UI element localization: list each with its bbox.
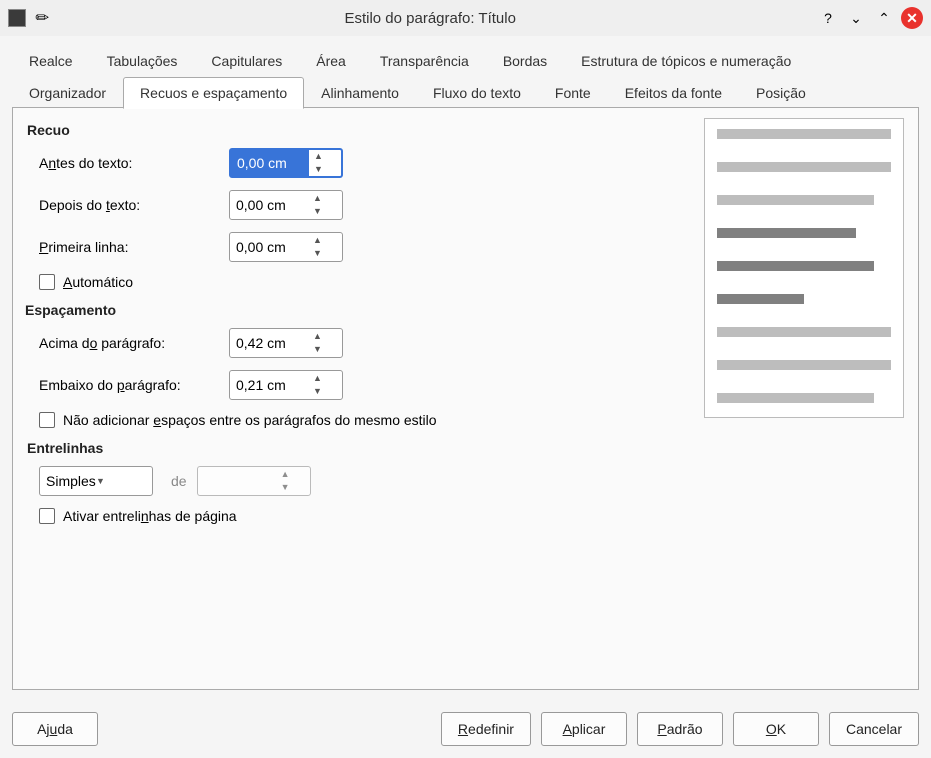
- preview-line: [717, 228, 856, 238]
- standard-button[interactable]: Padrão: [637, 712, 723, 746]
- antes-up[interactable]: ▲: [310, 150, 327, 163]
- chevron-down-icon: ▼: [96, 476, 146, 486]
- tab-fluxo[interactable]: Fluxo do texto: [416, 77, 538, 109]
- automatico-checkbox[interactable]: [39, 274, 55, 290]
- entrelinhas-value: Simples: [46, 473, 96, 489]
- window-title: Estilo do parágrafo: Título: [49, 10, 811, 27]
- primeira-input[interactable]: [230, 233, 308, 261]
- tab-fonte[interactable]: Fonte: [538, 77, 608, 109]
- titlebar: ✎ Estilo do parágrafo: Título ? ⌄ ⌃ ✕: [0, 0, 931, 36]
- ativar-entrelinhas-label: Ativar entrelinhas de página: [63, 508, 237, 524]
- tab-tabulacoes[interactable]: Tabulações: [90, 45, 195, 77]
- app-icon: [8, 9, 26, 27]
- preview-line: [717, 162, 891, 172]
- close-icon[interactable]: ✕: [901, 7, 923, 29]
- de-label: de: [171, 473, 187, 489]
- espacamento-title: Espaçamento: [25, 302, 688, 318]
- acima-spin[interactable]: ▲▼: [229, 328, 343, 358]
- help-icon[interactable]: ?: [817, 7, 839, 29]
- tab-estrutura[interactable]: Estrutura de tópicos e numeração: [564, 45, 808, 77]
- antes-down[interactable]: ▼: [310, 163, 327, 176]
- preview-line: [717, 327, 891, 337]
- help-button[interactable]: Ajuda: [12, 712, 98, 746]
- acima-input[interactable]: [230, 329, 308, 357]
- automatico-label: Automático: [63, 274, 133, 290]
- embaixo-input[interactable]: [230, 371, 308, 399]
- tab-recuos[interactable]: Recuos e espaçamento: [123, 77, 304, 109]
- tab-organizador[interactable]: Organizador: [12, 77, 123, 109]
- entrelinhas-title: Entrelinhas: [27, 440, 688, 456]
- tab-capitulares[interactable]: Capitulares: [194, 45, 299, 77]
- primeira-down[interactable]: ▼: [309, 247, 326, 260]
- tab-realce[interactable]: Realce: [12, 45, 90, 77]
- tab-bordas[interactable]: Bordas: [486, 45, 564, 77]
- acima-label: Acima do parágrafo:: [39, 335, 229, 351]
- maximize-icon[interactable]: ⌃: [873, 7, 895, 29]
- entrelinhas-select[interactable]: Simples ▼: [39, 466, 153, 496]
- preview-line: [717, 360, 891, 370]
- depois-up[interactable]: ▲: [309, 192, 326, 205]
- antes-spin[interactable]: ▲▼: [229, 148, 343, 178]
- de-spin[interactable]: ▲▼: [197, 466, 311, 496]
- preview-line: [717, 195, 874, 205]
- ok-button[interactable]: OK: [733, 712, 819, 746]
- recuo-title: Recuo: [27, 122, 688, 138]
- ativar-entrelinhas-checkbox[interactable]: [39, 508, 55, 524]
- primeira-up[interactable]: ▲: [309, 234, 326, 247]
- preview-line: [717, 393, 874, 403]
- preview-pane: [704, 118, 904, 418]
- tab-posicao[interactable]: Posição: [739, 77, 823, 109]
- depois-input[interactable]: [230, 191, 308, 219]
- antes-label: Antes do texto:: [39, 155, 229, 171]
- de-input[interactable]: [198, 467, 276, 495]
- cancel-button[interactable]: Cancelar: [829, 712, 919, 746]
- tab-row-bottom: Organizador Recuos e espaçamento Alinham…: [12, 76, 919, 108]
- minimize-icon[interactable]: ⌄: [845, 7, 867, 29]
- primeira-spin[interactable]: ▲▼: [229, 232, 343, 262]
- nao-adicionar-checkbox[interactable]: [39, 412, 55, 428]
- depois-spin[interactable]: ▲▼: [229, 190, 343, 220]
- depois-label: Depois do texto:: [39, 197, 229, 213]
- tab-alinhamento[interactable]: Alinhamento: [304, 77, 416, 109]
- tab-row-top: Realce Tabulações Capitulares Área Trans…: [12, 44, 919, 76]
- acima-down[interactable]: ▼: [309, 343, 326, 356]
- nao-adicionar-label: Não adicionar espaços entre os parágrafo…: [63, 412, 437, 428]
- tab-area[interactable]: Área: [299, 45, 363, 77]
- depois-down[interactable]: ▼: [309, 205, 326, 218]
- acima-up[interactable]: ▲: [309, 330, 326, 343]
- preview-line: [717, 261, 874, 271]
- embaixo-spin[interactable]: ▲▼: [229, 370, 343, 400]
- primeira-label: Primeira linha:: [39, 239, 229, 255]
- tab-efeitos[interactable]: Efeitos da fonte: [608, 77, 739, 109]
- preview-line: [717, 294, 804, 304]
- embaixo-down[interactable]: ▼: [309, 385, 326, 398]
- reset-button[interactable]: Redefinir: [441, 712, 531, 746]
- tab-transparencia[interactable]: Transparência: [363, 45, 486, 77]
- de-up[interactable]: ▲: [277, 468, 294, 481]
- de-down[interactable]: ▼: [277, 481, 294, 494]
- preview-line: [717, 129, 891, 139]
- antes-input[interactable]: [231, 150, 309, 176]
- apply-button[interactable]: Aplicar: [541, 712, 627, 746]
- embaixo-label: Embaixo do parágrafo:: [39, 377, 229, 393]
- embaixo-up[interactable]: ▲: [309, 372, 326, 385]
